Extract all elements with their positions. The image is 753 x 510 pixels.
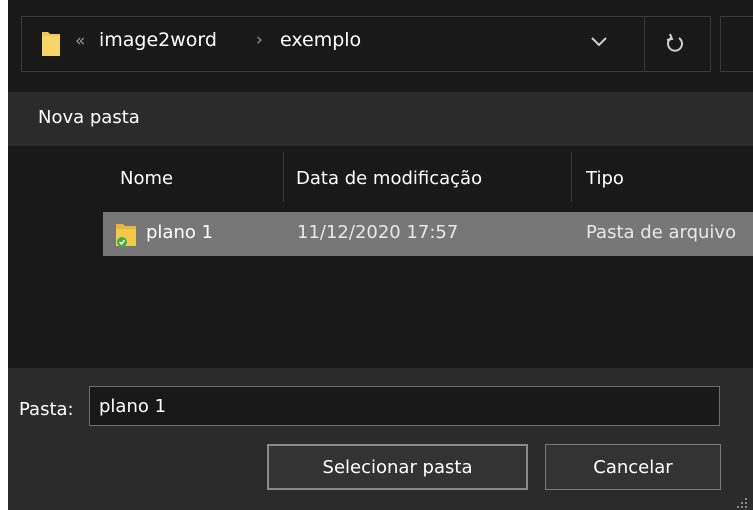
address-bar[interactable]: « image2word › exemplo: [21, 16, 711, 72]
folder-synced-icon: [116, 224, 136, 247]
select-folder-button[interactable]: Selecionar pasta: [267, 444, 528, 490]
cancel-button[interactable]: Cancelar: [545, 444, 721, 490]
new-folder-button[interactable]: Nova pasta: [38, 107, 140, 128]
refresh-button[interactable]: [644, 17, 705, 71]
breadcrumb-overflow[interactable]: «: [75, 31, 85, 51]
file-modified-date: 11/12/2020 17:57: [297, 222, 459, 243]
address-bar-area: « image2word › exemplo: [8, 0, 753, 92]
folder-icon: [42, 32, 60, 56]
column-divider[interactable]: [571, 152, 572, 202]
folder-name-input[interactable]: [89, 386, 720, 426]
folder-field-label: Pasta:: [19, 399, 74, 420]
file-name: plano 1: [146, 222, 214, 243]
select-folder-dialog: « image2word › exemplo Nova pasta Nome D…: [8, 0, 753, 510]
column-header-modified[interactable]: Data de modificação: [296, 146, 482, 208]
bottom-panel: Pasta: Selecionar pasta Cancelar: [8, 368, 753, 510]
column-header-name[interactable]: Nome: [120, 146, 173, 208]
search-box[interactable]: [720, 16, 753, 72]
breadcrumb-exemplo[interactable]: exemplo: [280, 29, 361, 51]
file-list: Nome Data de modificação Tipo plano 1 11…: [8, 146, 753, 368]
column-divider[interactable]: [283, 152, 284, 202]
refresh-icon: [666, 33, 683, 52]
breadcrumb-image2word[interactable]: image2word: [99, 29, 217, 51]
resize-grip-icon[interactable]: [735, 496, 749, 508]
command-bar: Nova pasta: [8, 92, 753, 146]
file-row-selected[interactable]: plano 1 11/12/2020 17:57 Pasta de arquiv…: [103, 212, 753, 256]
file-type: Pasta de arquivo: [586, 222, 737, 243]
chevron-down-icon[interactable]: [590, 35, 608, 49]
breadcrumb-separator[interactable]: ›: [256, 30, 263, 50]
column-header-type[interactable]: Tipo: [586, 146, 624, 208]
